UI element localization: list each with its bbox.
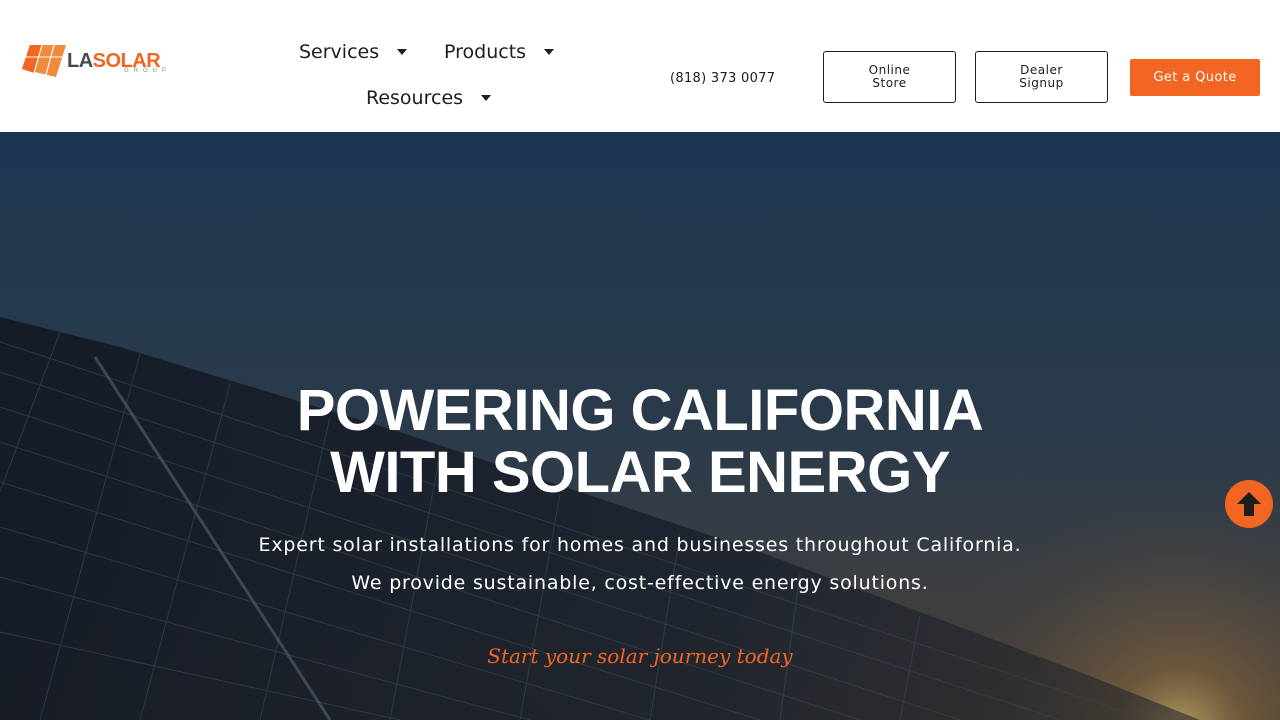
scroll-to-top-button[interactable]: [1225, 480, 1273, 528]
hero-title: POWERING CALIFORNIA WITH SOLAR ENERGY: [0, 380, 1280, 504]
hero-title-line-1: POWERING CALIFORNIA: [296, 378, 984, 443]
nav-products[interactable]: Products: [444, 41, 555, 63]
nav-products-label: Products: [444, 41, 527, 63]
hero-subtitle-line-1: Expert solar installations for homes and…: [258, 534, 1022, 556]
caret-down-icon: [397, 49, 408, 55]
hero-tagline: Start your solar journey today: [487, 644, 793, 668]
site-logo[interactable]: LASOLAR GROUP: [22, 43, 182, 79]
logo-group-text: GROUP: [124, 68, 172, 74]
arrow-up-icon: [1237, 492, 1261, 516]
get-quote-button[interactable]: Get a Quote: [1130, 59, 1260, 96]
dealer-signup-button[interactable]: Dealer Signup: [975, 51, 1108, 103]
nav-services[interactable]: Services: [299, 41, 408, 63]
logo-la-text: LA: [67, 50, 93, 72]
online-store-button[interactable]: Online Store: [823, 51, 956, 103]
nav-services-label: Services: [299, 41, 380, 63]
caret-down-icon: [481, 95, 492, 101]
nav-resources[interactable]: Resources: [366, 87, 492, 109]
logo-mark-icon: [22, 44, 66, 77]
nav-resources-label: Resources: [366, 87, 464, 109]
hero-subtitle-line-2: We provide sustainable, cost-effective e…: [351, 572, 929, 594]
hero-title-line-2: WITH SOLAR ENERGY: [330, 440, 950, 505]
hero-subtitle: Expert solar installations for homes and…: [0, 526, 1280, 602]
hero-section: POWERING CALIFORNIA WITH SOLAR ENERGY Ex…: [0, 132, 1280, 720]
phone-number-link[interactable]: (818) 373 0077: [670, 71, 775, 86]
site-header: LASOLAR GROUP Services Products Resource…: [0, 0, 1280, 132]
caret-down-icon: [544, 49, 555, 55]
